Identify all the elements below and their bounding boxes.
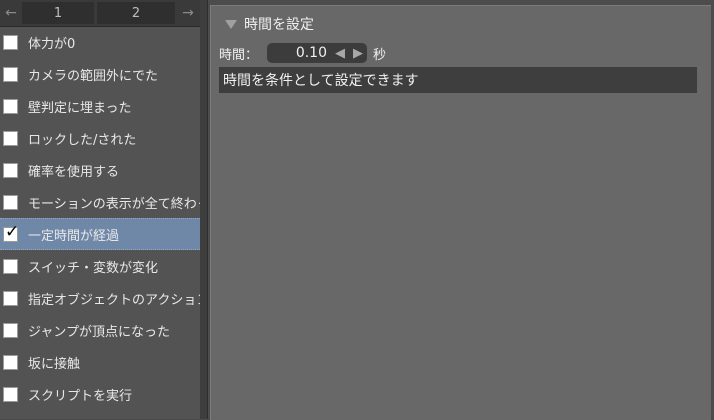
condition-item-object-action[interactable]: 指定オブジェクトのアクションが [0, 282, 200, 314]
time-value[interactable]: 0.10 [267, 45, 327, 61]
condition-label: 体力が0 [28, 36, 76, 52]
condition-label: モーションの表示が全て終わった [28, 196, 200, 212]
checkbox[interactable]: ✓ [3, 222, 19, 242]
condition-panel: ← 1 2 → 体力が0 カメラの範囲外にでた 壁判定に埋まった ロックした/さ… [0, 0, 200, 419]
condition-label: カメラの範囲外にでた [28, 68, 159, 84]
section-title: 時間を設定 [244, 17, 314, 33]
checkbox[interactable] [3, 354, 18, 370]
settings-panel: 時間を設定 時間： 0.10 ◀ ▶ 秒 時間を条件として設定できます [208, 0, 714, 420]
condition-item-run-script[interactable]: スクリプトを実行 [0, 378, 200, 410]
collapse-triangle-icon[interactable] [225, 19, 237, 29]
time-setting-row: 時間： 0.10 ◀ ▶ 秒 [219, 42, 386, 64]
condition-label: ジャンプが頂点になった [28, 324, 170, 340]
time-stepper[interactable]: 0.10 ◀ ▶ [267, 43, 367, 63]
condition-item-jump-apex[interactable]: ジャンプが頂点になった [0, 314, 200, 346]
condition-label: 壁判定に埋まった [28, 100, 132, 116]
condition-label: 一定時間が経過 [28, 228, 120, 244]
condition-label: 坂に接触 [28, 356, 81, 372]
condition-item-probability[interactable]: 確率を使用する [0, 154, 200, 186]
condition-item-switch-variable[interactable]: スイッチ・変数が変化 [0, 250, 200, 282]
condition-label: 指定オブジェクトのアクションが [28, 292, 200, 308]
page-tab-2[interactable]: 2 [97, 2, 175, 24]
condition-label: 確率を使用する [28, 164, 120, 180]
decrement-arrow-icon[interactable]: ◀ [331, 43, 349, 63]
increment-arrow-icon[interactable]: ▶ [349, 43, 367, 63]
time-label: 時間： [219, 47, 259, 63]
section-header[interactable]: 時間を設定 [225, 14, 314, 34]
condition-label: ロックした/された [28, 132, 137, 148]
condition-item-hp-zero[interactable]: 体力が0 [0, 26, 200, 58]
condition-label: スイッチ・変数が変化 [28, 260, 159, 276]
condition-list: 体力が0 カメラの範囲外にでた 壁判定に埋まった ロックした/された 確率を使用… [0, 26, 200, 410]
checkbox[interactable] [3, 34, 18, 50]
checkmark-icon: ✓ [5, 221, 20, 242]
panel-splitter[interactable] [200, 0, 208, 419]
checkbox[interactable] [3, 322, 18, 338]
checkbox[interactable] [3, 290, 18, 306]
checkbox[interactable] [3, 162, 18, 178]
condition-item-out-of-camera[interactable]: カメラの範囲外にでた [0, 58, 200, 90]
page-tab-1[interactable]: 1 [22, 2, 94, 24]
checkbox[interactable] [3, 386, 18, 402]
condition-item-stuck-in-wall[interactable]: 壁判定に埋まった [0, 90, 200, 122]
condition-item-time-elapsed[interactable]: ✓ 一定時間が経過 [0, 218, 200, 250]
page-tabs: ← 1 2 → [0, 0, 200, 27]
settings-content: 時間を設定 時間： 0.10 ◀ ▶ 秒 時間を条件として設定できます [210, 5, 711, 420]
checkbox[interactable] [3, 66, 18, 82]
condition-item-locked[interactable]: ロックした/された [0, 122, 200, 154]
checkbox[interactable] [3, 98, 18, 114]
arrow-left-icon[interactable]: ← [0, 0, 22, 26]
checkbox[interactable] [3, 194, 18, 210]
condition-item-slope-contact[interactable]: 坂に接触 [0, 346, 200, 378]
checkbox[interactable] [3, 130, 18, 146]
condition-label: スクリプトを実行 [28, 388, 133, 404]
condition-item-motion-finished[interactable]: モーションの表示が全て終わった [0, 186, 200, 218]
time-unit: 秒 [373, 47, 387, 63]
checkbox[interactable] [3, 258, 18, 274]
description-box: 時間を条件として設定できます [219, 67, 697, 93]
arrow-right-icon[interactable]: → [177, 0, 199, 26]
